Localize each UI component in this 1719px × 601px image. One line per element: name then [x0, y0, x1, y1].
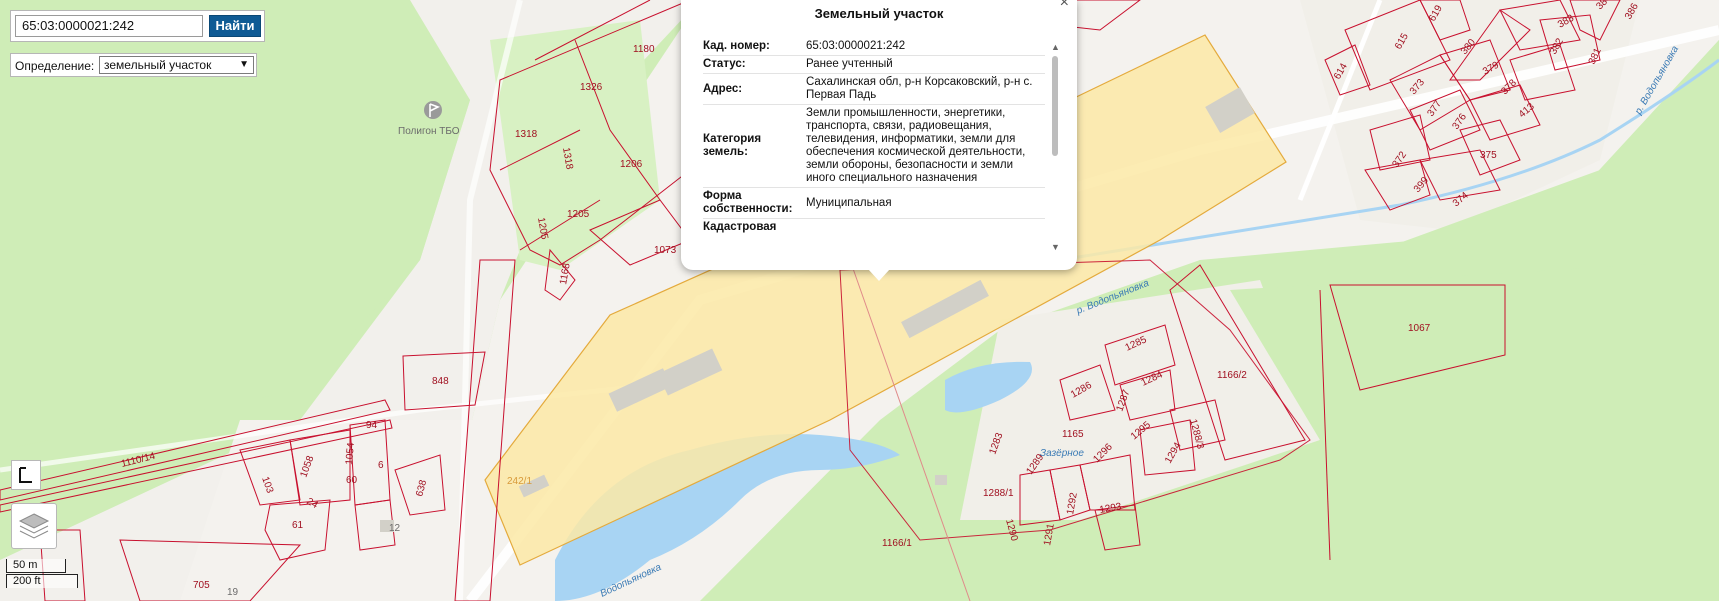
parcel-label: 1054 [344, 442, 357, 466]
search-button[interactable]: Найти [209, 15, 261, 37]
definition-selected: земельный участок [104, 58, 212, 72]
parcel-label: 1180 [633, 44, 655, 55]
scroll-down-icon[interactable]: ▼ [1051, 242, 1060, 252]
village-label: Зазёрное [1040, 448, 1084, 459]
parcel-label: 1073 [654, 245, 677, 256]
popup-scrollbar[interactable]: ▲ ▼ [1051, 42, 1060, 252]
row-value: Земли промышленности, энергетики, трансп… [806, 107, 1026, 184]
popup-title: Земельный участок [814, 6, 944, 21]
feature-popup: × Земельный участок Кад. номер: 65:03:00… [681, 0, 1077, 270]
extent-icon [19, 467, 32, 483]
parcel-label: 60 [346, 475, 358, 486]
parcel-label: 848 [432, 376, 449, 387]
row-key: Статус: [703, 58, 746, 70]
row-value: Ранее учтенный [806, 58, 893, 70]
parcel-label: 1166/2 [1217, 370, 1247, 381]
parcel-label: 94 [366, 420, 378, 431]
chevron-down-icon: ▼ [239, 59, 249, 70]
search-input[interactable]: 65:03:0000021:242 [15, 15, 203, 37]
flag-icon [424, 101, 442, 119]
parcel-label: 1206 [620, 159, 643, 170]
parcel-label: 1166/1 [882, 538, 912, 549]
parcel-label: 375 [1480, 150, 1497, 161]
row-value: Сахалинская обл, р-н Корсаковский, р-н с… [806, 76, 1033, 101]
parcel-label: 1067 [1408, 323, 1431, 334]
row-value [806, 226, 1045, 230]
scale-imperial: 200 ft [6, 574, 78, 588]
scale-metric: 50 m [6, 559, 66, 573]
scroll-thumb[interactable] [1052, 56, 1058, 156]
extent-button[interactable] [11, 460, 41, 490]
search-panel: 65:03:0000021:242 Найти [10, 10, 265, 42]
parcel-label: 12 [389, 523, 401, 534]
popup-row: Категория земель: Земли промышленности, … [703, 105, 1045, 188]
parcel-label: 1326 [580, 82, 603, 93]
parcel-label: 61 [292, 520, 304, 531]
popup-row: Кад. номер: 65:03:0000021:242 [703, 38, 1045, 56]
row-key: Кадастровая [703, 221, 777, 233]
definition-label: Определение: [15, 59, 95, 73]
popup-body: Кад. номер: 65:03:0000021:242 Статус: Ра… [703, 38, 1045, 258]
poi-label: Полигон ТБО [398, 126, 460, 137]
row-value: Муниципальная [806, 196, 892, 209]
parcel-label: 1288/1 [983, 488, 1014, 499]
popup-row: Адрес: Сахалинская обл, р-н Корсаковский… [703, 74, 1045, 105]
layers-button[interactable] [11, 503, 57, 549]
definition-panel: Определение: земельный участок ▼ [10, 53, 257, 77]
layers-icon [18, 513, 50, 539]
popup-pointer [868, 269, 890, 281]
row-key: Кад. номер: [703, 40, 770, 52]
row-key: Категория земель: [703, 133, 762, 158]
popup-row: Форма собственности: Муниципальная [703, 188, 1045, 219]
selected-parcel-label: 242/1 [507, 476, 532, 487]
scroll-up-icon[interactable]: ▲ [1051, 42, 1060, 52]
popup-row: Кадастровая [703, 219, 1045, 236]
parcel-label: 19 [227, 587, 239, 598]
parcel-label: 1165 [1062, 429, 1084, 440]
definition-select[interactable]: земельный участок ▼ [99, 56, 254, 74]
popup-row: Статус: Ранее учтенный [703, 56, 1045, 74]
row-key: Форма собственности: [703, 190, 793, 215]
parcel-label: 6 [378, 460, 384, 471]
row-value: 65:03:0000021:242 [806, 40, 906, 52]
row-key: Адрес: [703, 82, 743, 95]
parcel-label: 1318 [515, 129, 538, 140]
parcel-label: 1205 [567, 209, 590, 220]
parcel-label: 705 [193, 580, 210, 591]
